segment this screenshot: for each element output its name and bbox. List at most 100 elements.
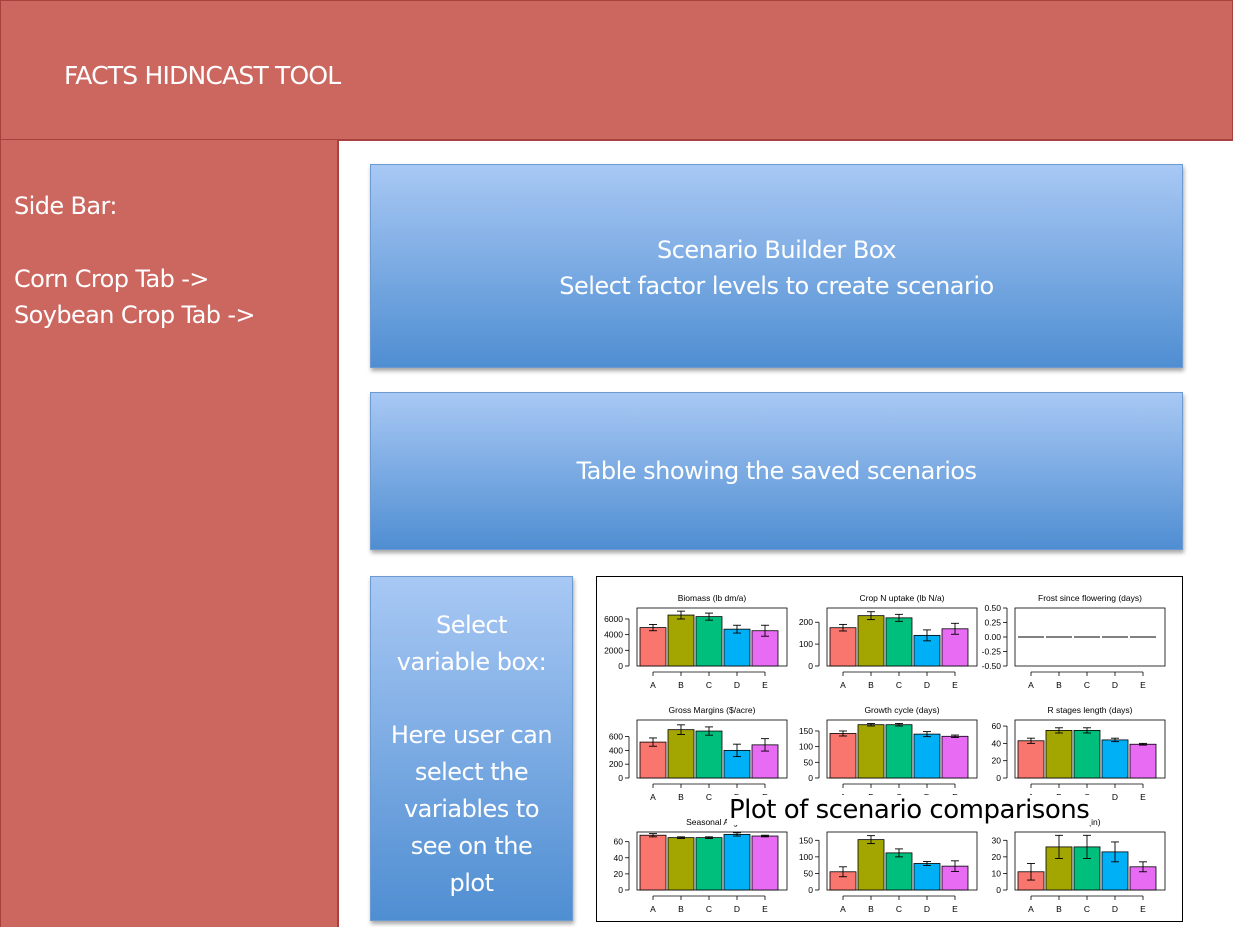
bar-D bbox=[913, 863, 941, 891]
variable-box-title-line1: Select bbox=[435, 611, 508, 639]
bar-A bbox=[829, 733, 857, 779]
bar-B bbox=[667, 614, 695, 667]
x-tick-label: B bbox=[868, 680, 874, 690]
sidebar-item-corn-crop-tab[interactable]: Corn Crop Tab -> bbox=[14, 265, 209, 293]
x-tick-label: C bbox=[706, 680, 712, 690]
x-tick-label: A bbox=[840, 680, 846, 690]
variable-box-desc-line4: see on the bbox=[410, 832, 533, 860]
bar-A bbox=[1017, 740, 1045, 779]
select-variable-box[interactable]: Select variable box: Here user can selec… bbox=[370, 576, 573, 921]
y-tick-label: 20 bbox=[614, 869, 624, 879]
variable-box-desc-line1: Here user can bbox=[390, 721, 553, 749]
bar-B bbox=[667, 837, 695, 891]
y-tick-label: 0 bbox=[808, 773, 813, 783]
bar-E bbox=[1129, 743, 1157, 779]
bar-C bbox=[1073, 729, 1101, 779]
bar-C bbox=[885, 852, 913, 891]
y-tick-label: 150 bbox=[799, 835, 813, 845]
y-tick-label: 60 bbox=[992, 721, 1002, 731]
bar-B bbox=[857, 724, 885, 779]
x-tick-label: A bbox=[650, 904, 656, 914]
y-tick-label: 0 bbox=[618, 773, 623, 783]
small-chart-8: 0 50 100 150 A B C D E bbox=[799, 831, 978, 914]
bar-B bbox=[667, 729, 695, 779]
x-tick-label: D bbox=[1112, 904, 1118, 914]
chart-title: Biomass (lb dm/a) bbox=[678, 593, 747, 603]
x-tick-label: B bbox=[678, 904, 684, 914]
y-tick-label: 0 bbox=[808, 661, 813, 671]
x-tick-label: C bbox=[706, 904, 712, 914]
app-header: FACTS HIDNCAST TOOL bbox=[0, 0, 1233, 141]
saved-scenarios-table[interactable]: Table showing the saved scenarios bbox=[370, 392, 1183, 550]
y-tick-label: 2000 bbox=[604, 645, 623, 655]
x-tick-label: E bbox=[952, 904, 958, 914]
x-tick-label: A bbox=[650, 680, 656, 690]
y-tick-label: 0 bbox=[618, 885, 623, 895]
variable-box-desc-line2: select the bbox=[414, 758, 529, 786]
y-tick-label: 50 bbox=[804, 868, 814, 878]
y-tick-label: 600 bbox=[609, 732, 623, 742]
scenario-builder-subtitle: Select factor levels to create scenario bbox=[559, 272, 994, 300]
x-tick-label: E bbox=[762, 680, 768, 690]
chart-title: Gross Margins ($/acre) bbox=[669, 705, 756, 715]
x-tick-label: B bbox=[678, 792, 684, 802]
y-tick-label: 10 bbox=[992, 868, 1002, 878]
bar-B bbox=[857, 839, 885, 891]
y-tick-label: 6000 bbox=[604, 614, 623, 624]
y-tick-label: 0.25 bbox=[984, 618, 1001, 628]
x-tick-label: A bbox=[840, 904, 846, 914]
bar-C bbox=[885, 617, 913, 667]
app-title: FACTS HIDNCAST TOOL bbox=[64, 61, 341, 90]
y-tick-label: 100 bbox=[799, 742, 813, 752]
saved-scenarios-label: Table showing the saved scenarios bbox=[576, 457, 977, 485]
scenario-comparison-plot-svg: Biomass (lb dm/a)0200040006000A B C D ECrop … bbox=[604, 593, 1166, 914]
scenario-builder-box[interactable]: Scenario Builder Box Select factor level… bbox=[370, 164, 1183, 368]
y-tick-label: 30 bbox=[992, 835, 1002, 845]
bar-A bbox=[639, 741, 667, 779]
sidebar-item-soybean-crop-tab[interactable]: Soybean Crop Tab -> bbox=[14, 301, 256, 329]
bar-E bbox=[941, 735, 969, 779]
bar-E bbox=[751, 835, 779, 891]
y-tick-label: 0.50 bbox=[984, 603, 1001, 613]
x-tick-label: C bbox=[1084, 680, 1090, 690]
plot-caption: Plot of scenario comparisons bbox=[727, 795, 1092, 825]
bar-B bbox=[857, 615, 885, 667]
y-tick-label: 0 bbox=[808, 885, 813, 895]
y-tick-label: 0 bbox=[996, 773, 1001, 783]
y-tick-label: 50 bbox=[804, 757, 814, 767]
bar-D bbox=[723, 834, 751, 891]
x-tick-label: E bbox=[1140, 680, 1146, 690]
y-tick-label: 150 bbox=[799, 726, 813, 736]
small-chart-5: Growth cycle (days)050100150ABCDE bbox=[799, 705, 978, 802]
variable-box-desc-line3: variables to bbox=[403, 795, 540, 823]
y-tick-label: 200 bbox=[799, 617, 813, 627]
y-tick-label: 100 bbox=[799, 852, 813, 862]
bar-D bbox=[723, 628, 751, 667]
y-tick-label: 60 bbox=[614, 837, 624, 847]
variable-box-desc-line5: plot bbox=[449, 869, 495, 897]
bar-C bbox=[695, 837, 723, 891]
y-tick-label: 0 bbox=[996, 885, 1001, 895]
bar-D bbox=[913, 733, 941, 779]
x-tick-label: B bbox=[1056, 680, 1062, 690]
x-tick-label: E bbox=[1140, 904, 1146, 914]
chart-title: Crop N uptake (lb N/a) bbox=[859, 593, 944, 603]
x-tick-label: E bbox=[952, 680, 958, 690]
small-chart-9: in (in)0102030ABCDE bbox=[992, 817, 1166, 914]
y-tick-label: 200 bbox=[609, 759, 623, 769]
bar-C bbox=[695, 616, 723, 667]
y-tick-label: 0.00 bbox=[984, 632, 1001, 642]
x-tick-label: C bbox=[706, 792, 712, 802]
small-chart-1: Biomass (lb dm/a) 0 2000 4000 6000 A B C D E bbox=[604, 593, 788, 690]
chart-title: R stages length (days) bbox=[1047, 705, 1132, 715]
y-tick-label: -0.50 bbox=[982, 661, 1002, 671]
y-tick-label: 400 bbox=[609, 745, 623, 755]
small-chart-6: R stages length (days)0204060ABCDE bbox=[992, 705, 1166, 802]
y-tick-label: 0 bbox=[618, 661, 623, 671]
x-tick-label: B bbox=[1056, 904, 1062, 914]
x-tick-label: A bbox=[650, 792, 656, 802]
x-tick-label: E bbox=[1140, 792, 1146, 802]
x-tick-label: B bbox=[678, 680, 684, 690]
y-tick-label: 20 bbox=[992, 756, 1002, 766]
x-tick-label: D bbox=[924, 680, 930, 690]
